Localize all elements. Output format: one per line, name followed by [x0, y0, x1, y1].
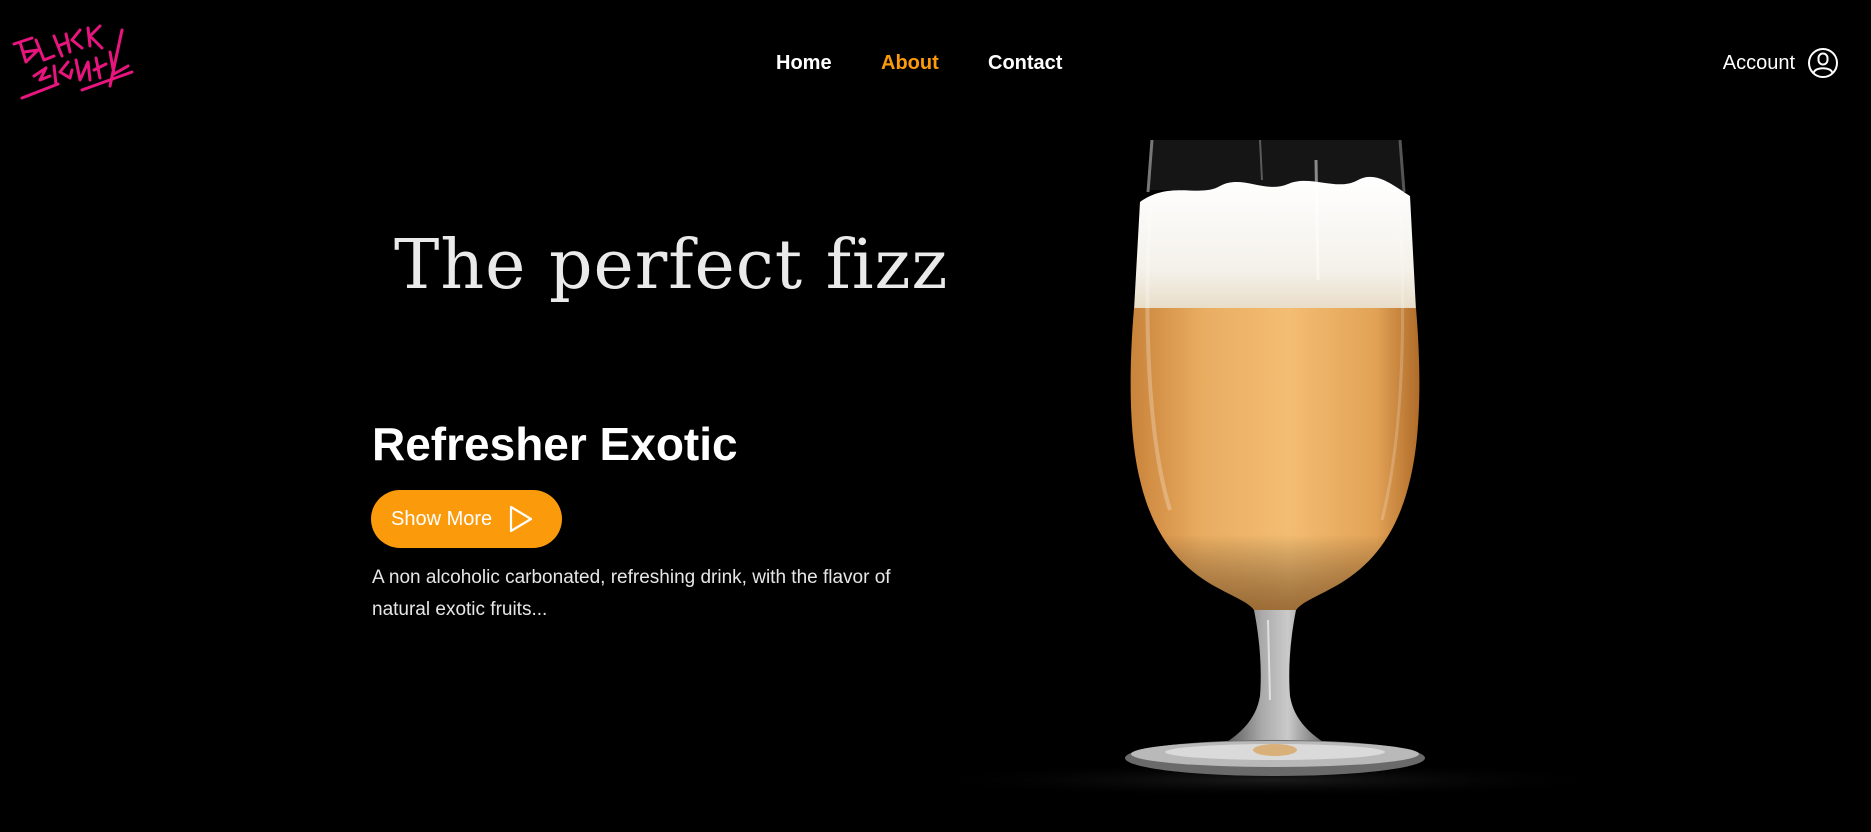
account-label: Account [1722, 52, 1795, 74]
product-description: A non alcoholic carbonated, refreshing d… [372, 567, 891, 620]
main-nav: Home About Contact [0, 50, 1871, 80]
show-more-button[interactable]: Show More [371, 490, 562, 548]
drink-glass-image [870, 140, 1670, 800]
nav-about-link[interactable]: About [881, 50, 939, 76]
nav-home-link[interactable]: Home [776, 50, 832, 76]
account-button[interactable]: Account [1723, 46, 1839, 80]
play-outline-icon [510, 505, 533, 533]
nav-contact-link[interactable]: Contact [988, 50, 1062, 76]
landing-page: Home About Contact Account The perfect f… [0, 0, 1871, 832]
user-circle-icon [1808, 48, 1838, 78]
hero-tagline: The perfect fizz [394, 226, 949, 305]
product-title: Refresher Exotic [372, 418, 738, 470]
show-more-label: Show More [391, 507, 493, 530]
